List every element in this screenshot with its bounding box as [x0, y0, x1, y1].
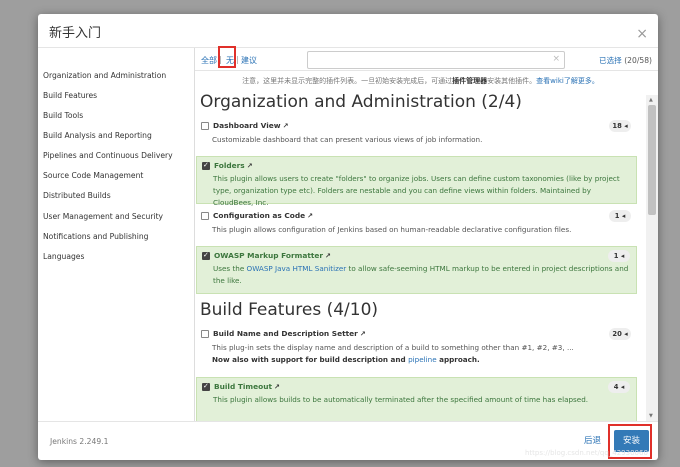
toolbar-separator: |	[236, 55, 239, 64]
plugin-list-scrollbar[interactable]: ▲ ▼	[646, 95, 658, 421]
plugin-name-text: Build Name and Description Setter	[213, 329, 358, 338]
plugin-checkbox-checked[interactable]	[202, 161, 210, 170]
external-link-icon[interactable]: ↗	[360, 330, 366, 338]
scroll-down-icon[interactable]: ▼	[649, 413, 653, 419]
external-link-icon[interactable]: ↗	[247, 162, 253, 170]
plugin-name[interactable]: Dashboard View ↗	[213, 121, 288, 130]
highlight-box-none	[218, 46, 236, 68]
section-title-organization: Organization and Administration (2/4)	[200, 92, 522, 112]
external-link-icon[interactable]: ↗	[274, 383, 280, 391]
plugin-name[interactable]: Configuration as Code ↗	[213, 211, 313, 220]
plugin-description: This plugin allows configuration of Jenk…	[212, 225, 572, 234]
plugin-checkbox[interactable]	[201, 330, 209, 338]
description-text: approach.	[436, 355, 480, 364]
dependency-badge[interactable]: 4 ◂	[608, 381, 630, 393]
plugin-checkbox-checked[interactable]	[202, 382, 210, 391]
owasp-sanitizer-link[interactable]: OWASP Java HTML Sanitizer	[247, 264, 347, 273]
plugin-panel: 全部 | 无 | 建议 × 已选择 (20/58) 注意，这里并未显示完整的插件…	[195, 46, 658, 421]
notice-part: 安装其他插件。	[487, 77, 537, 85]
show-selected-link[interactable]: 已选择	[599, 56, 622, 65]
select-suggested-link[interactable]: 建议	[241, 55, 257, 66]
section-title-build-features: Build Features (4/10)	[200, 300, 379, 320]
dependency-badge[interactable]: 20 ◂	[609, 328, 631, 340]
plugin-list: 注意，这里并未显示完整的插件列表。一旦初始安装完成后，可通过插件管理器安装其他插…	[195, 72, 646, 421]
jenkins-version: Jenkins 2.249.1	[50, 437, 109, 446]
pipeline-link[interactable]: pipeline	[408, 355, 437, 364]
plugin-name-text: Folders	[214, 161, 245, 170]
sidebar-item-languages[interactable]: Languages	[43, 252, 84, 261]
plugin-row: Dashboard View ↗ 18 ◂ Customizable dashbo…	[196, 118, 637, 154]
sidebar-item-user-management[interactable]: User Management and Security	[43, 212, 163, 221]
selected-count-value: (20/58)	[624, 56, 652, 65]
plugin-name-text: Configuration as Code	[213, 211, 306, 220]
wiki-link[interactable]: 查看wiki了解更多。	[536, 77, 599, 85]
plugin-search-input[interactable]: ×	[307, 51, 565, 69]
plugin-row: Configuration as Code ↗ 1 ◂ This plugin a…	[196, 208, 637, 244]
external-link-icon[interactable]: ↗	[325, 252, 331, 260]
close-icon[interactable]: ×	[636, 27, 648, 41]
description-text: Now also with support for build descript…	[212, 355, 409, 364]
sidebar-item-pipelines[interactable]: Pipelines and Continuous Delivery	[43, 151, 173, 160]
plugin-row-selected: Build Timeout↗ 4 ◂ This plugin allows bu…	[196, 377, 637, 421]
plugin-name-text: OWASP Markup Formatter	[214, 251, 324, 260]
sidebar-item-distributed-builds[interactable]: Distributed Builds	[43, 191, 111, 200]
plugin-checkbox[interactable]	[201, 122, 209, 130]
dialog-header: 新手入门 ×	[38, 14, 658, 48]
scroll-up-icon[interactable]: ▲	[649, 97, 653, 103]
plugin-description: This plug-in sets the display name and d…	[212, 342, 632, 366]
sidebar-item-organization[interactable]: Organization and Administration	[43, 71, 166, 80]
clear-search-icon[interactable]: ×	[552, 54, 560, 64]
scrollbar-thumb[interactable]	[648, 105, 656, 215]
plugin-checkbox-checked[interactable]	[202, 251, 210, 260]
sidebar-item-build-features[interactable]: Build Features	[43, 91, 97, 100]
plugin-name[interactable]: Build Timeout ↗	[214, 382, 280, 391]
description-bold-line: Now also with support for build descript…	[212, 354, 632, 366]
dependency-badge[interactable]: 18 ◂	[609, 120, 631, 132]
notice-part: 注意，这里并未显示完整的插件列表。一旦初始安装完成后，可通过	[242, 77, 453, 85]
selection-toolbar: 全部 | 无 | 建议 × 已选择 (20/58)	[195, 48, 658, 71]
category-sidebar: Organization and Administration Build Fe…	[38, 48, 195, 421]
back-button[interactable]: 后退	[584, 434, 601, 446]
setup-wizard-dialog: 新手入门 × Organization and Administration B…	[38, 14, 658, 460]
dialog-title: 新手入门	[49, 26, 102, 41]
plugin-name[interactable]: OWASP Markup Formatter ↗	[214, 251, 331, 260]
plugin-row-selected: Folders↗ This plugin allows users to cre…	[196, 156, 637, 207]
description-line: This plug-in sets the display name and d…	[212, 343, 574, 352]
select-all-link[interactable]: 全部	[201, 55, 217, 66]
sidebar-item-notifications[interactable]: Notifications and Publishing	[43, 232, 148, 241]
selected-count: 已选择 (20/58)	[599, 55, 652, 66]
plugin-checkbox[interactable]	[201, 212, 209, 220]
plugin-name[interactable]: Build Name and Description Setter ↗	[213, 329, 366, 338]
plugin-description: This plugin allows builds to be automati…	[213, 395, 589, 404]
plugin-row: Build Name and Description Setter ↗ 20 ◂ …	[196, 326, 637, 374]
external-link-icon[interactable]: ↗	[307, 212, 313, 220]
notice-text: 注意，这里并未显示完整的插件列表。一旦初始安装完成后，可通过插件管理器安装其他插…	[195, 72, 646, 90]
plugin-description: Uses the OWASP Java HTML Sanitizer to al…	[213, 263, 633, 287]
plugin-row-selected: OWASP Markup Formatter↗ 1 ◂ Uses the OWA…	[196, 246, 637, 294]
external-link-icon[interactable]: ↗	[283, 122, 289, 130]
description-text: Uses the	[213, 264, 247, 273]
watermark: https://blog.csdn.net/qq_42930060	[525, 449, 648, 457]
plugin-name-text: Dashboard View	[213, 121, 281, 130]
dependency-badge[interactable]: 1 ◂	[609, 210, 631, 222]
plugin-description: This plugin allows users to create "fold…	[213, 174, 620, 207]
dependency-badge[interactable]: 1 ◂	[608, 250, 630, 262]
plugin-name[interactable]: Folders ↗	[214, 161, 253, 170]
plugin-manager-text: 插件管理器	[452, 77, 488, 85]
sidebar-item-scm[interactable]: Source Code Management	[43, 171, 143, 180]
sidebar-item-build-tools[interactable]: Build Tools	[43, 111, 83, 120]
sidebar-item-build-analysis[interactable]: Build Analysis and Reporting	[43, 131, 152, 140]
plugin-description: Customizable dashboard that can present …	[212, 135, 483, 144]
plugin-name-text: Build Timeout	[214, 382, 272, 391]
